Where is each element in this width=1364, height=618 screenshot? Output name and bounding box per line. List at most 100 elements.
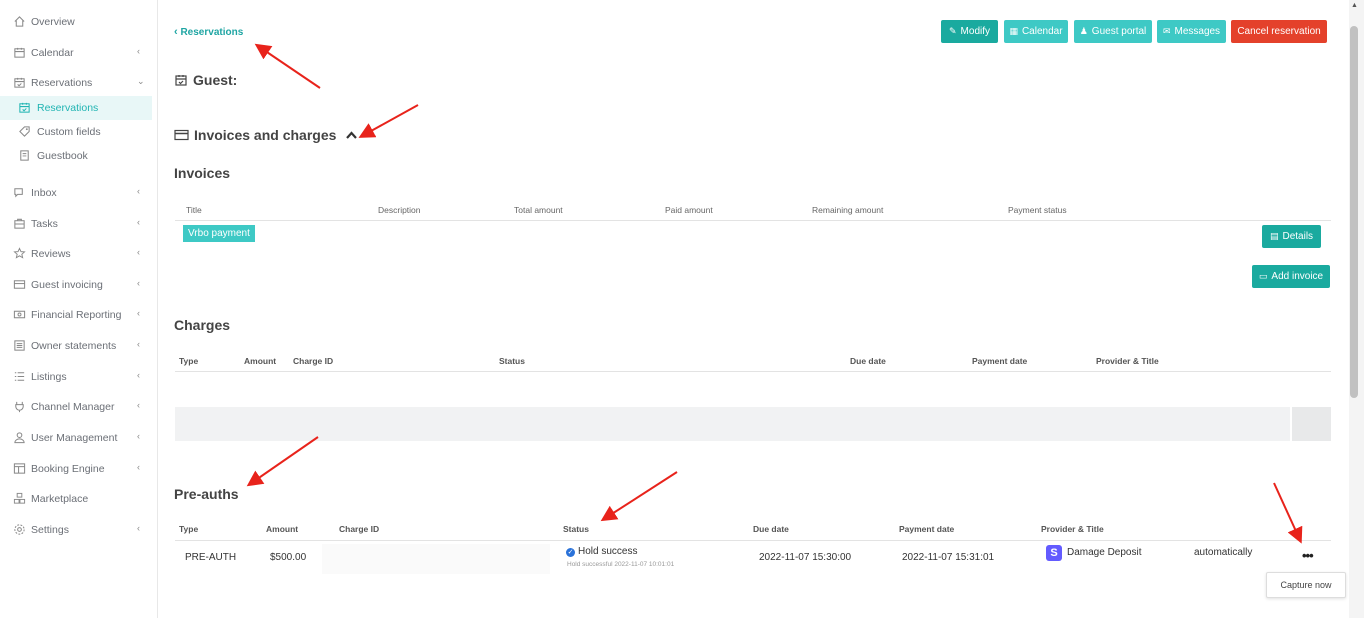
layout-icon	[13, 462, 26, 475]
sidebar: Overview Calendar ‹ Reservations ⌄ Reser…	[0, 0, 158, 618]
listings-icon	[13, 370, 26, 383]
invoices-charges-heading[interactable]: Invoices and charges	[174, 126, 358, 145]
sidebar-item-user-management[interactable]: User Management ‹	[0, 426, 152, 450]
capture-now-menu-item[interactable]: Capture now	[1266, 572, 1346, 598]
calendar-button[interactable]: ▦ Calendar	[1004, 20, 1068, 43]
chevron-left-icon: ‹	[137, 278, 140, 288]
chevron-up-icon[interactable]	[346, 126, 358, 142]
column-header: Status	[563, 524, 589, 534]
chevron-left-icon: ‹	[137, 186, 140, 196]
card-icon	[174, 128, 189, 145]
sidebar-item-label: Listings	[31, 371, 67, 383]
chevron-left-icon: ‹	[137, 217, 140, 227]
sidebar-item-marketplace[interactable]: Marketplace	[0, 487, 152, 511]
cancel-reservation-button[interactable]: Cancel reservation	[1231, 20, 1327, 43]
sidebar-item-listings[interactable]: Listings ‹	[0, 365, 152, 389]
invoices-title: Invoices	[174, 165, 231, 181]
annotation-arrow	[1273, 482, 1303, 544]
chevron-left-icon: ‹	[137, 523, 140, 533]
sidebar-item-settings[interactable]: Settings ‹	[0, 518, 152, 542]
calendar-button-label: Calendar	[1021, 26, 1063, 37]
sidebar-item-booking-engine[interactable]: Booking Engine ‹	[0, 457, 152, 481]
add-invoice-button[interactable]: ▭ Add invoice	[1252, 265, 1330, 288]
chevron-left-icon: ‹	[137, 431, 140, 441]
sidebar-item-label: Channel Manager	[31, 401, 115, 413]
preauth-status-detail: Hold successful 2022-11-07 10:01:01	[567, 561, 675, 568]
envelope-icon: ✉	[1162, 26, 1171, 36]
sidebar-item-label: Reservations	[31, 77, 93, 89]
chevron-left-icon: ‹	[137, 339, 140, 349]
scrollbar-thumb[interactable]	[1350, 26, 1358, 398]
chat-icon	[13, 186, 26, 199]
sidebar-item-calendar[interactable]: Calendar ‹	[0, 41, 152, 65]
divider	[175, 371, 1331, 372]
details-button[interactable]: ▤ Details	[1262, 225, 1321, 248]
preauth-charge-id-redacted	[322, 544, 550, 574]
sidebar-item-financial-reporting[interactable]: Financial Reporting ‹	[0, 303, 152, 327]
sidebar-item-label: Reviews	[31, 248, 71, 260]
column-header: Paid amount	[665, 205, 713, 215]
more-options-icon[interactable]: •••	[1302, 548, 1314, 563]
sidebar-subitem-guestbook[interactable]: Guestbook	[0, 144, 152, 168]
scroll-up-arrow-icon[interactable]: ▲	[1351, 2, 1358, 9]
preauth-type: PRE-AUTH	[185, 552, 237, 563]
messages-button[interactable]: ✉ Messages	[1157, 20, 1226, 43]
chevron-left-icon: ‹	[137, 46, 140, 56]
column-header: Payment date	[972, 356, 1028, 366]
sidebar-subitem-reservations[interactable]: Reservations	[0, 96, 152, 120]
guest-title: Guest:	[193, 72, 238, 88]
divider	[175, 540, 1331, 541]
calendar-check-icon	[174, 73, 188, 90]
table-icon: ▤	[1269, 231, 1279, 241]
column-header: Status	[499, 356, 525, 366]
chevron-down-icon: ⌄	[137, 76, 145, 86]
guest-portal-button[interactable]: ♟ Guest portal	[1074, 20, 1152, 43]
calendar-check-icon	[13, 76, 26, 89]
tag-icon	[18, 125, 31, 138]
annotation-arrow	[600, 471, 678, 522]
sidebar-item-label: Guestbook	[37, 150, 88, 162]
sidebar-item-label: User Management	[31, 432, 118, 444]
sidebar-item-reservations[interactable]: Reservations ⌄	[0, 71, 152, 95]
charges-title: Charges	[174, 317, 231, 333]
column-header: Charge ID	[339, 524, 380, 534]
sidebar-item-tasks[interactable]: Tasks ‹	[0, 212, 152, 236]
guest-portal-button-label: Guest portal	[1091, 26, 1147, 37]
column-header: Due date	[850, 356, 886, 366]
column-header: Description	[378, 205, 421, 215]
column-header: Title	[186, 205, 202, 215]
money-icon	[13, 308, 26, 321]
chevron-left-icon: ‹	[174, 26, 178, 38]
column-header: Due date	[753, 524, 789, 534]
grid-icon	[13, 492, 26, 505]
back-link[interactable]: ‹ Reservations	[174, 26, 243, 38]
annotation-arrow	[254, 43, 321, 89]
column-header: Payment status	[1008, 205, 1067, 215]
sidebar-item-label: Inbox	[31, 187, 57, 199]
sidebar-item-channel-manager[interactable]: Channel Manager ‹	[0, 395, 152, 419]
edit-icon: ✎	[949, 26, 957, 36]
column-header: Remaining amount	[812, 205, 884, 215]
preauth-mode: automatically	[1194, 547, 1253, 558]
check-circle-icon: ✓	[566, 548, 575, 557]
cancel-reservation-button-label: Cancel reservation	[1237, 26, 1321, 37]
column-header: Provider & Title	[1096, 356, 1159, 366]
sidebar-item-label: Owner statements	[31, 340, 117, 352]
column-header: Payment date	[899, 524, 955, 534]
chevron-left-icon: ‹	[137, 247, 140, 257]
charges-row-redacted	[175, 407, 1290, 441]
sidebar-item-overview[interactable]: Overview	[0, 10, 152, 34]
invoice-title-badge[interactable]: Vrbo payment	[183, 225, 255, 242]
sidebar-item-guest-invoicing[interactable]: Guest invoicing ‹	[0, 273, 152, 297]
sidebar-item-label: Settings	[31, 524, 69, 536]
sidebar-subitem-custom-fields[interactable]: Custom fields	[0, 120, 152, 144]
sidebar-item-owner-statements[interactable]: Owner statements ‹	[0, 334, 152, 358]
modify-button[interactable]: ✎ Modify	[941, 20, 998, 43]
sidebar-item-label: Tasks	[31, 218, 58, 230]
sidebar-item-reviews[interactable]: Reviews ‹	[0, 242, 152, 266]
sidebar-item-label: Guest invoicing	[31, 279, 103, 291]
chevron-left-icon: ‹	[137, 308, 140, 318]
preauth-status-label: Hold success	[578, 546, 638, 557]
chevron-left-icon: ‹	[137, 400, 140, 410]
preauths-title: Pre-auths	[174, 486, 239, 502]
